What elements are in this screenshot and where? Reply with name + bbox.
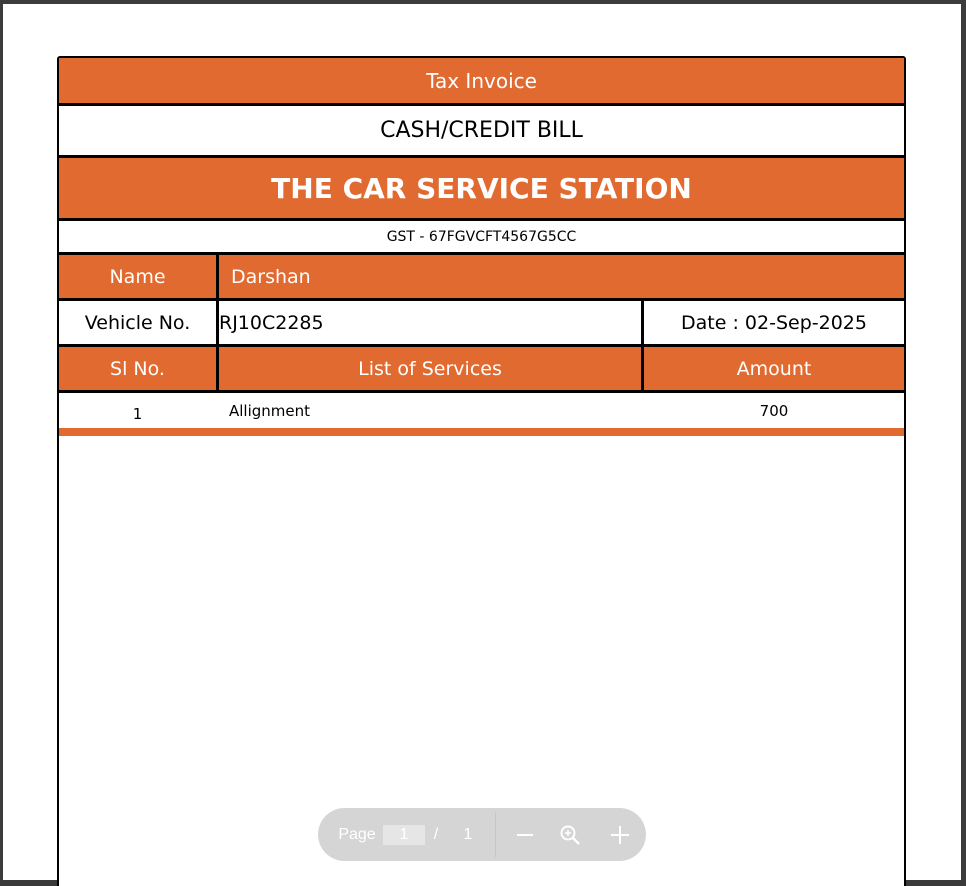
- page-label: Page: [338, 825, 376, 843]
- services-header-cell: List of Services: [219, 347, 641, 390]
- sl-header-cell: Sl No.: [59, 347, 216, 390]
- invoice-header-text: Tax Invoice: [426, 68, 537, 93]
- sl-value: 1: [132, 404, 143, 423]
- invoice-header: Tax Invoice: [59, 58, 904, 103]
- bill-type-row: CASH/CREDIT BILL: [59, 106, 904, 155]
- amount-header-cell: Amount: [644, 347, 904, 390]
- zoom-icon: [560, 825, 580, 845]
- table-row: 1 Allignment 700: [59, 393, 904, 428]
- name-label-cell: Name: [59, 255, 216, 298]
- service-cell: Allignment: [229, 393, 310, 428]
- bill-type: CASH/CREDIT BILL: [380, 118, 583, 143]
- date-cell: Date : 02-Sep-2025: [644, 301, 904, 344]
- item-divider-bar: [59, 428, 904, 436]
- toolbar-divider: [495, 812, 496, 857]
- zoom-in-button[interactable]: [606, 808, 634, 861]
- sl-header: Sl No.: [110, 357, 165, 380]
- amount-cell: 700: [644, 393, 904, 428]
- name-row: Name Darshan: [59, 255, 904, 298]
- gst-row: GST - 67FGVCFT4567G5CC: [59, 221, 904, 252]
- company-row: THE CAR SERVICE STATION: [59, 158, 904, 218]
- amount-value: 700: [759, 401, 789, 420]
- page-input[interactable]: 1: [383, 808, 425, 861]
- customer-name: Darshan: [231, 265, 311, 288]
- table-header-row: Sl No. List of Services Amount: [59, 347, 904, 390]
- sl-cell: 1: [59, 393, 216, 428]
- current-page: 1: [399, 825, 409, 843]
- minus-icon: [517, 833, 533, 836]
- vehicle-label-cell: Vehicle No.: [59, 301, 216, 344]
- zoom-out-button[interactable]: [511, 808, 539, 861]
- invoice: Tax Invoice CASH/CREDIT BILL THE CAR SER…: [57, 56, 906, 886]
- total-pages: 1: [463, 825, 473, 843]
- company-name: THE CAR SERVICE STATION: [271, 171, 692, 205]
- name-label: Name: [109, 265, 166, 288]
- services-header: List of Services: [358, 357, 502, 380]
- vehicle-number: RJ10C2285: [219, 311, 324, 334]
- invoice-date: Date : 02-Sep-2025: [681, 311, 867, 334]
- name-value-cell: Darshan: [219, 255, 311, 298]
- amount-header: Amount: [736, 357, 812, 380]
- zoom-fit-button[interactable]: [556, 808, 584, 861]
- vehicle-row: Vehicle No. RJ10C2285 Date : 02-Sep-2025: [59, 301, 904, 344]
- page-separator: /: [433, 825, 439, 843]
- service-value: Allignment: [229, 401, 311, 420]
- plus-icon: [611, 825, 629, 844]
- gst-number: GST - 67FGVCFT4567G5CC: [386, 228, 577, 245]
- vehicle-label: Vehicle No.: [84, 311, 191, 334]
- vehicle-value-cell: RJ10C2285: [219, 301, 324, 344]
- pdf-toolbar: Page 1 / 1: [318, 808, 646, 861]
